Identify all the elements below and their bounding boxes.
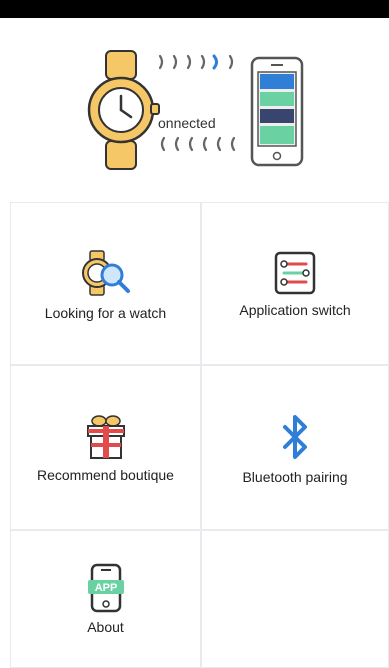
connection-illustration — [87, 50, 304, 170]
looking-for-watch-label: Looking for a watch — [44, 304, 167, 321]
application-switch-button[interactable]: Application switch — [201, 202, 389, 365]
signal-out-icon — [158, 54, 234, 70]
application-switch-label: Application switch — [239, 301, 351, 318]
looking-for-watch-button[interactable]: Looking for a watch — [10, 202, 201, 365]
status-bar — [0, 0, 389, 18]
about-button[interactable]: APP About — [10, 530, 201, 668]
bluetooth-icon — [283, 414, 307, 459]
bluetooth-pairing-label: Bluetooth pairing — [242, 468, 348, 485]
connection-banner: onnected — [0, 18, 389, 200]
app-phone-icon: APP — [87, 563, 124, 613]
connection-status-text: onnected — [158, 115, 216, 131]
phone-icon — [250, 56, 304, 167]
svg-text:APP: APP — [94, 582, 117, 594]
about-label: About — [87, 619, 124, 635]
empty-cell — [201, 530, 389, 668]
settings-list-icon — [274, 251, 316, 294]
gift-icon — [86, 414, 125, 459]
recommend-boutique-button[interactable]: Recommend boutique — [10, 365, 201, 530]
menu-grid: Looking for a watch Application switch R… — [10, 202, 389, 668]
recommend-boutique-label: Recommend boutique — [37, 466, 174, 483]
watch-search-icon — [81, 249, 130, 296]
signal-in-icon — [160, 136, 236, 152]
watch-icon — [87, 50, 160, 170]
bluetooth-pairing-button[interactable]: Bluetooth pairing — [201, 365, 389, 530]
